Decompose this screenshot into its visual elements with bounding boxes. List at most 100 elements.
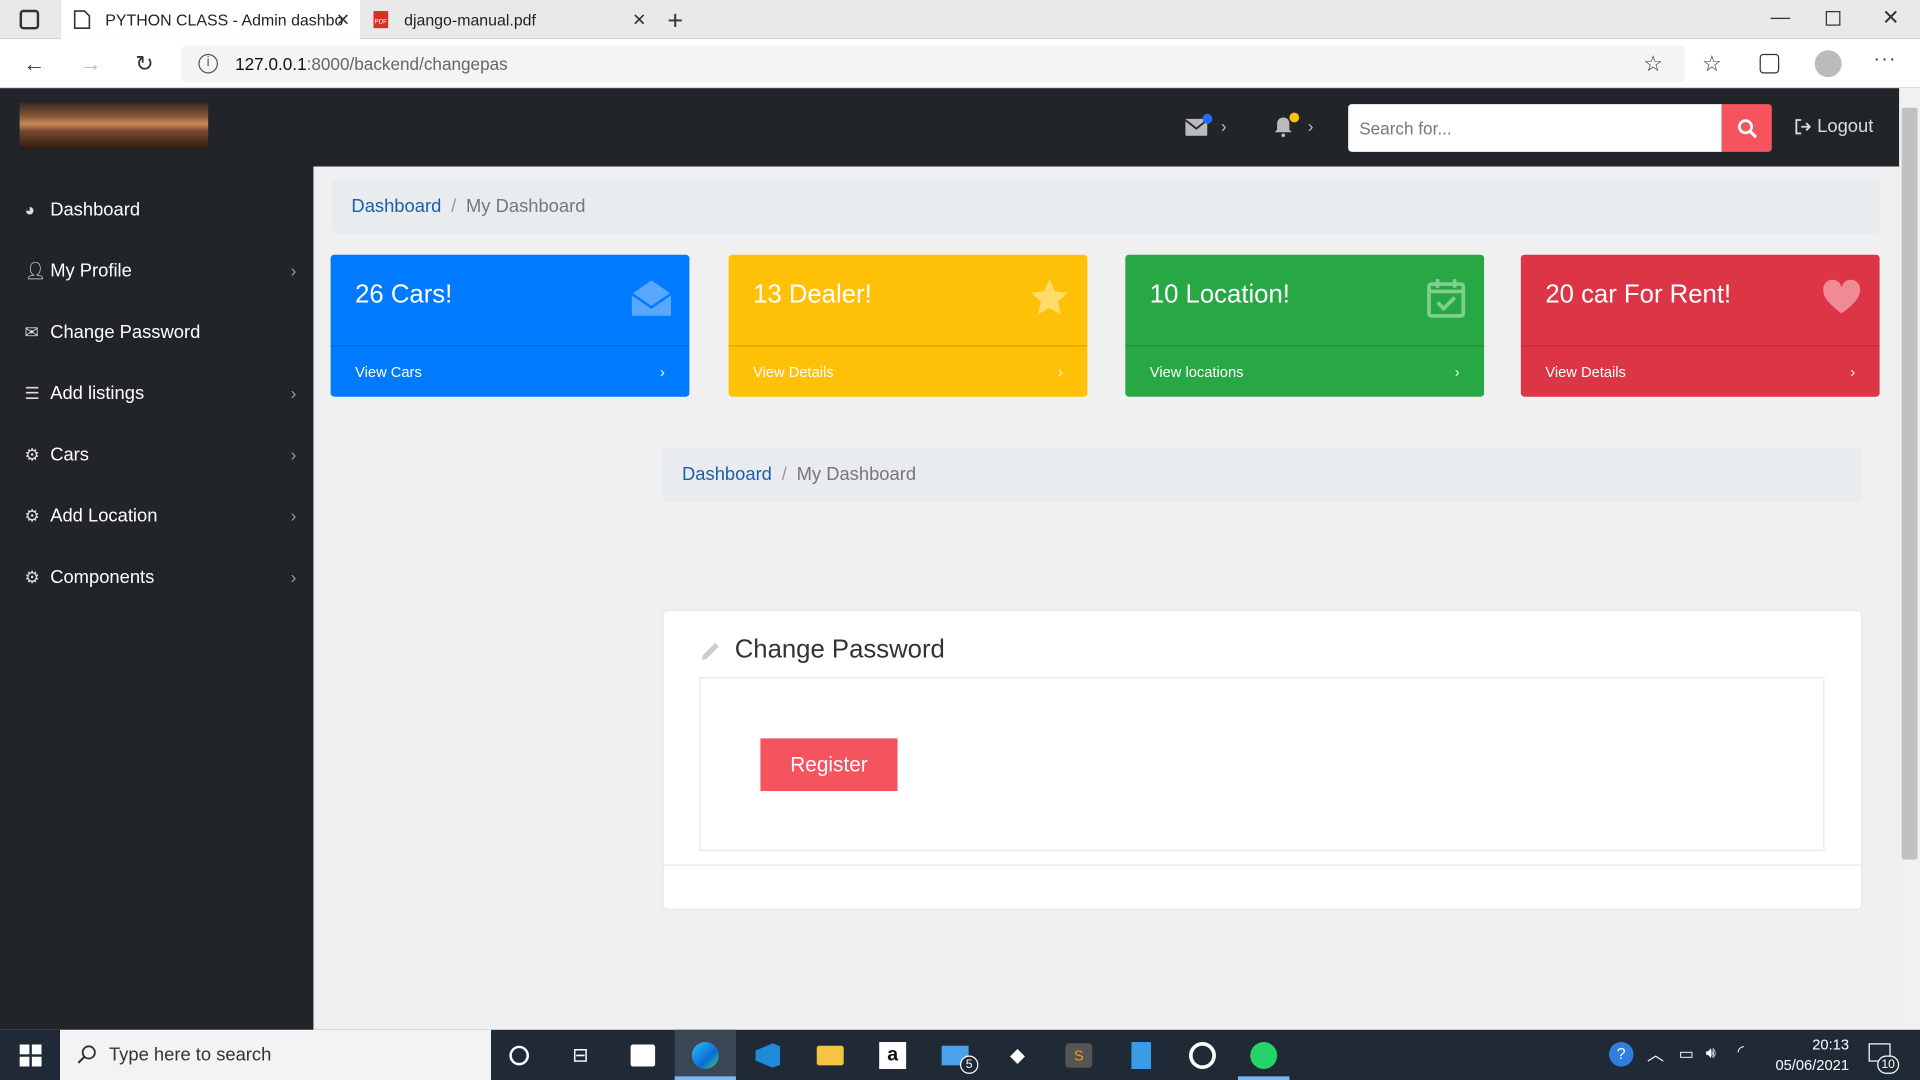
meet-now-icon[interactable]: ▭ — [1679, 1044, 1694, 1064]
profile-avatar[interactable] — [1814, 50, 1842, 78]
location-card: 10 Location! View locations › — [1125, 254, 1485, 397]
minimize-icon[interactable]: — — [1771, 7, 1791, 29]
breadcrumb-dashboard-link[interactable]: Dashboard — [682, 464, 772, 485]
card-link-label: View Details — [753, 363, 834, 381]
volume-icon[interactable]: 🔊︎ — [1706, 1043, 1716, 1063]
envelope-open-icon — [631, 280, 672, 316]
page-icon — [73, 10, 91, 29]
cars-card: 26 Cars! View Cars › — [330, 254, 690, 397]
back-icon[interactable]: ← — [20, 50, 49, 77]
windows-start-icon[interactable] — [19, 1044, 42, 1067]
close-tab-icon[interactable]: ✕ — [632, 10, 646, 31]
breadcrumb-dashboard-link[interactable]: Dashboard — [351, 196, 441, 217]
calendar-check-icon — [1427, 279, 1466, 318]
register-button[interactable]: Register — [760, 738, 898, 792]
sidebar-item-components[interactable]: ⚙ Components › — [0, 546, 313, 607]
search-button[interactable] — [1721, 104, 1772, 152]
messages-menu[interactable]: › — [1185, 113, 1234, 139]
card-title: 13 Dealer! — [753, 280, 872, 309]
dealer-card: 13 Dealer! View Details › — [728, 254, 1088, 397]
add-favorite-icon[interactable]: ☆ — [1643, 51, 1663, 77]
taskbar-clock[interactable]: 20:13 05/06/2021 — [1751, 1035, 1849, 1077]
vscode-icon[interactable] — [752, 1040, 784, 1072]
envelope-open-icon: ✉ — [24, 321, 39, 342]
task-view-icon[interactable]: ⊟ — [564, 1040, 596, 1072]
restore-icon[interactable] — [1825, 11, 1841, 26]
sublime-text-icon[interactable]: S — [1063, 1040, 1095, 1072]
info-icon[interactable]: i — [198, 53, 218, 74]
heart-icon — [1823, 279, 1861, 314]
amazon-icon[interactable]: a — [877, 1040, 909, 1072]
wifi-icon[interactable]: ◜ — [1738, 1042, 1744, 1062]
search-icon — [77, 1045, 96, 1064]
sidebar-item-label: My Profile — [50, 260, 132, 282]
clock-time: 20:13 — [1812, 1035, 1849, 1054]
sidebar-item-dashboard[interactable]: ◕ Dashboard — [0, 179, 313, 240]
change-password-title: Change Password — [734, 635, 945, 664]
close-tab-icon[interactable]: ✕ — [336, 10, 350, 31]
help-icon[interactable]: ? — [1608, 1042, 1634, 1067]
reload-icon[interactable]: ↻ — [130, 50, 159, 77]
pencil-icon — [701, 642, 719, 661]
chevron-right-icon: › — [1057, 363, 1063, 381]
whatsapp-icon[interactable] — [1248, 1040, 1280, 1072]
search-icon — [1737, 118, 1757, 138]
logout-link[interactable]: Logout — [1795, 116, 1873, 137]
sidebar-item-label: Components — [50, 566, 155, 588]
url-field[interactable]: i 127.0.0.1:8000/backend/changepas — [181, 45, 1685, 83]
scrollbar-thumb[interactable] — [1901, 107, 1918, 860]
close-window-icon[interactable]: ✕ — [1882, 6, 1899, 30]
edge-active-indicator — [674, 1076, 736, 1080]
sidebar-item-label: Dashboard — [50, 198, 141, 220]
tab-title: django-manual.pdf — [404, 10, 536, 29]
more-icon[interactable]: ··· — [1873, 49, 1896, 71]
tab-actions-icon[interactable] — [19, 9, 40, 30]
dropbox-icon[interactable]: ◆ — [1002, 1040, 1034, 1072]
sidebar-item-my-profile[interactable]: 👤︎ My Profile › — [0, 240, 313, 301]
forward-icon[interactable]: → — [76, 50, 105, 77]
chevron-right-icon: › — [1850, 363, 1856, 381]
file-explorer-icon[interactable] — [814, 1040, 846, 1072]
chevron-right-icon: › — [290, 444, 297, 465]
view-rent-details-link[interactable]: View Details › — [1520, 345, 1880, 396]
svg-text:PDF: PDF — [375, 18, 387, 25]
card-title: 20 car For Rent! — [1545, 280, 1732, 309]
gear-icon: ⚙ — [24, 443, 40, 464]
new-tab-icon[interactable]: + — [667, 5, 683, 37]
sidebar-item-add-listings[interactable]: ☰ Add listings › — [0, 362, 313, 423]
view-dealer-details-link[interactable]: View Details › — [728, 345, 1088, 396]
card-footer-divider — [662, 864, 1863, 866]
tab-python-class[interactable]: PYTHON CLASS - Admin dashbo ✕ — [61, 0, 361, 40]
mail-badge: 5 — [960, 1055, 979, 1074]
sidebar-item-change-password[interactable]: ✉ Change Password — [0, 301, 313, 362]
github-icon[interactable] — [1187, 1040, 1219, 1072]
tray-chevron-up-icon[interactable]: ︿ — [1647, 1042, 1664, 1066]
sidebar-item-label: Add listings — [50, 382, 145, 404]
chevron-right-icon: › — [1220, 116, 1227, 136]
pdf-icon: PDF — [373, 11, 389, 29]
card-link-label: View Details — [1545, 363, 1626, 381]
chevron-right-icon: › — [1307, 116, 1314, 136]
breadcrumb: Dashboard / My Dashboard — [331, 178, 1880, 234]
notepad-icon[interactable] — [1125, 1040, 1157, 1072]
card-title: 10 Location! — [1149, 280, 1290, 309]
collections-icon[interactable] — [1759, 53, 1780, 74]
site-logo[interactable] — [19, 102, 209, 150]
tab-title: PYTHON CLASS - Admin dashbo — [105, 10, 344, 29]
edge-icon[interactable] — [689, 1040, 721, 1072]
cortana-icon[interactable] — [503, 1040, 535, 1072]
taskbar-search-field[interactable]: Type here to search — [60, 1029, 492, 1080]
whatsapp-active-indicator — [1237, 1076, 1290, 1080]
user-icon: 👤︎ — [24, 260, 47, 280]
sidebar-item-cars[interactable]: ⚙ Cars › — [0, 424, 313, 485]
favorites-icon[interactable]: ☆ — [1702, 51, 1722, 77]
alerts-menu[interactable]: › — [1273, 112, 1322, 139]
breadcrumb-current: My Dashboard — [796, 464, 917, 485]
tab-django-manual[interactable]: PDF django-manual.pdf ✕ — [360, 0, 656, 39]
sidebar-item-add-location[interactable]: ⚙ Add Location › — [0, 485, 313, 546]
view-locations-link[interactable]: View locations › — [1125, 345, 1485, 396]
view-cars-link[interactable]: View Cars › — [330, 345, 690, 396]
search-input[interactable] — [1348, 104, 1722, 152]
store-icon[interactable] — [627, 1040, 659, 1072]
list-icon: ☰ — [24, 382, 40, 403]
